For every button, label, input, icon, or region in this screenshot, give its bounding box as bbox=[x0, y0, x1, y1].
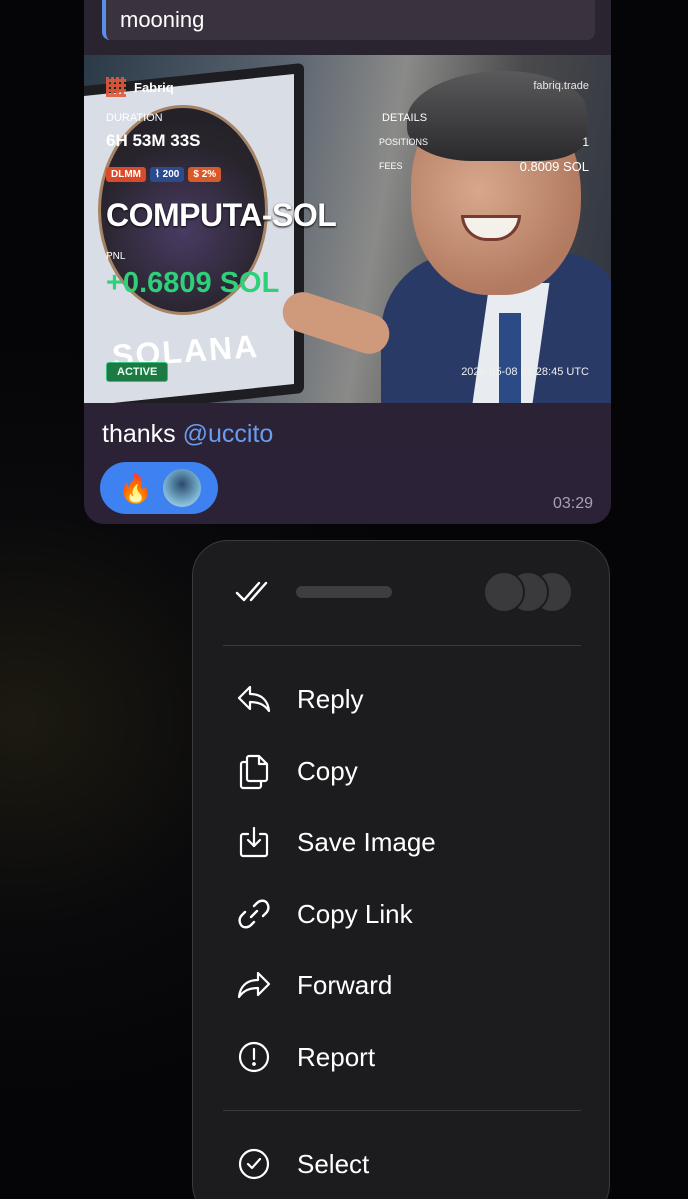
menu-item-label: Select bbox=[297, 1148, 370, 1179]
dlmm-badge: DLMM bbox=[106, 167, 146, 182]
context-menu: Reply Copy Save Image Copy Link Forward … bbox=[192, 540, 610, 1199]
fire-emoji-icon: 🔥 bbox=[118, 472, 153, 504]
mention-link[interactable]: @uccito bbox=[183, 420, 274, 448]
message-text-prefix: thanks bbox=[102, 420, 183, 448]
menu-item-reply[interactable]: Reply bbox=[193, 671, 609, 727]
duration-label: DURATION bbox=[106, 112, 163, 124]
double-check-icon bbox=[235, 579, 275, 605]
positions-label: POSITIONS bbox=[379, 137, 429, 147]
copy-icon bbox=[235, 752, 273, 790]
reader-name-placeholder bbox=[296, 586, 392, 598]
badges: DLMM ⌇ 200 $ 2% bbox=[106, 167, 222, 182]
reply-icon bbox=[235, 680, 273, 718]
man-illustration bbox=[277, 55, 611, 403]
divider bbox=[223, 1110, 581, 1111]
menu-item-save-image[interactable]: Save Image bbox=[193, 814, 609, 870]
select-icon bbox=[235, 1145, 273, 1183]
menu-item-label: Forward bbox=[297, 969, 393, 1000]
duration-value: 6H 53M 33S bbox=[106, 131, 201, 150]
avatar bbox=[483, 571, 525, 613]
menu-item-copy-link[interactable]: Copy Link bbox=[193, 886, 609, 942]
read-receipt-row[interactable] bbox=[193, 541, 609, 645]
card-timestamp: 2026-05-08 02:28:45 UTC bbox=[461, 366, 589, 378]
reader-avatars bbox=[481, 571, 573, 613]
positions-value: 1 bbox=[582, 135, 589, 149]
reactor-avatar bbox=[160, 467, 203, 509]
fabriq-logo-icon bbox=[106, 77, 126, 97]
pnl-card-image[interactable]: SOLANA Fabriq fabriq.trade DURATION 6H 5… bbox=[84, 55, 611, 403]
menu-item-copy[interactable]: Copy bbox=[193, 743, 609, 799]
quote-text: mooning bbox=[120, 7, 205, 32]
site-url: fabriq.trade bbox=[533, 80, 589, 92]
reaction-chip[interactable]: 🔥 bbox=[100, 462, 218, 514]
menu-item-label: Reply bbox=[297, 683, 364, 714]
menu-item-label: Save Image bbox=[297, 826, 436, 857]
details-label: DETAILS bbox=[382, 112, 428, 124]
link-icon bbox=[235, 895, 273, 933]
menu-item-label: Report bbox=[297, 1041, 376, 1072]
fees-label: FEES bbox=[379, 161, 403, 171]
message-text: thanks @uccito bbox=[102, 420, 273, 449]
save-image-icon bbox=[235, 823, 273, 861]
message-time: 03:29 bbox=[552, 495, 593, 512]
fees-value: 0.8009 SOL bbox=[519, 159, 589, 174]
menu-item-forward[interactable]: Forward bbox=[193, 957, 609, 1013]
menu-item-label: Copy bbox=[297, 755, 358, 786]
pair-name: COMPUTA-SOL bbox=[106, 197, 337, 233]
report-icon bbox=[235, 1038, 273, 1076]
menu-item-report[interactable]: Report bbox=[193, 1029, 609, 1085]
menu-item-select[interactable]: Select bbox=[193, 1136, 609, 1192]
reply-quote[interactable]: mooning bbox=[102, 0, 595, 40]
bin-badge: ⌇ 200 bbox=[150, 167, 185, 182]
brand-name: Fabriq bbox=[134, 79, 174, 95]
forward-icon bbox=[235, 966, 273, 1004]
pnl-label: PNL bbox=[106, 251, 126, 262]
message-bubble[interactable]: mooning SOLANA Fabriq fabriq.trade DURAT… bbox=[84, 0, 611, 524]
status-badge: ACTIVE bbox=[106, 362, 169, 382]
menu-item-label: Copy Link bbox=[297, 898, 413, 929]
brand: Fabriq bbox=[106, 77, 174, 97]
fee-badge: $ 2% bbox=[188, 167, 222, 182]
divider bbox=[223, 645, 581, 646]
pnl-value: +0.6809 SOL bbox=[106, 267, 280, 299]
